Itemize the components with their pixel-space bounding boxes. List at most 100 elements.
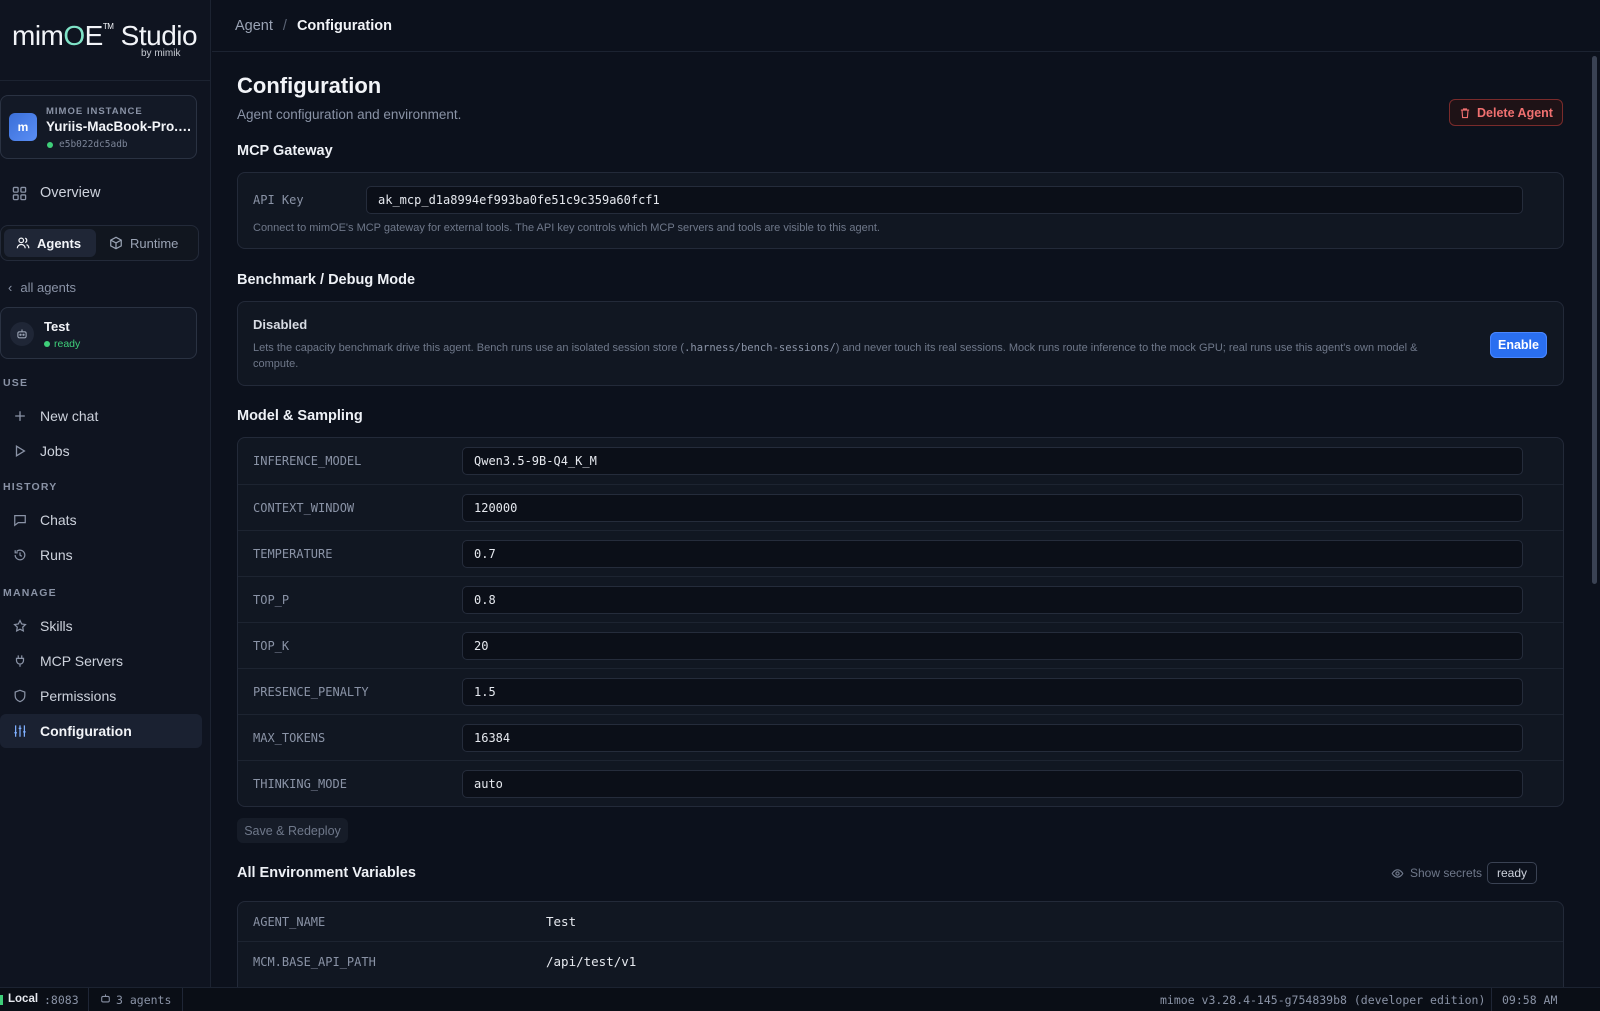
nav-new-chat[interactable]: New chat — [0, 399, 202, 433]
sidebar: mimOETM Studio by mimik m MIMOE INSTANCE… — [0, 0, 211, 987]
local-indicator — [0, 995, 4, 1005]
config-key: TOP_K — [253, 639, 290, 653]
trash-icon — [1459, 107, 1471, 119]
config-key: PRESENCE_PENALTY — [253, 685, 369, 699]
brand-name-rest: Studio — [113, 20, 198, 51]
nav-permissions[interactable]: Permissions — [0, 679, 202, 713]
config-row: PRESENCE_PENALTY 1.5 — [238, 668, 1563, 714]
benchmark-hint-a: Lets the capacity benchmark drive this a… — [253, 342, 685, 354]
breadcrumb: Agent / Configuration — [212, 0, 1600, 52]
env-status-badge: ready — [1487, 862, 1537, 884]
config-row: MAX_TOKENS 16384 — [238, 714, 1563, 760]
brand-logo: mimOETM Studio by mimik — [0, 0, 210, 81]
table-row: MCM.BASE_API_PATH /api/test/v1 — [238, 941, 1563, 980]
nav-chats[interactable]: Chats — [0, 503, 202, 537]
instance-card[interactable]: m MIMOE INSTANCE Yuriis-MacBook-Pro.loca… — [0, 95, 197, 159]
status-bar: Local :8083 3 agents mimoe v3.28.4-145-g… — [0, 987, 1600, 1011]
config-key: CONTEXT_WINDOW — [253, 501, 355, 515]
env-value: Test — [546, 914, 577, 929]
instance-kicker: MIMOE INSTANCE — [46, 106, 143, 117]
api-key-field[interactable]: ak_mcp_d1a8994ef993ba0fe51c9c359a60fcf1 — [366, 186, 1523, 214]
star-icon — [12, 619, 27, 634]
config-row: INFERENCE_MODEL Qwen3.5-9B-Q4_K_M — [238, 438, 1563, 484]
config-value-field[interactable]: Qwen3.5-9B-Q4_K_M — [462, 447, 1523, 475]
section-use-title: USE — [3, 377, 29, 389]
table-row: AGENT_NAME Test — [238, 902, 1563, 941]
brand-name-e: E — [84, 20, 104, 51]
status-divider — [1491, 988, 1492, 1011]
instance-online-dot — [47, 142, 53, 148]
nav-mcp-servers[interactable]: MCP Servers — [0, 644, 202, 678]
agent-status: ready — [54, 338, 81, 350]
delete-agent-button[interactable]: Delete Agent — [1449, 99, 1563, 126]
plug-icon — [12, 654, 27, 669]
benchmark-hint: Lets the capacity benchmark drive this a… — [253, 340, 1448, 372]
main-scrollbar[interactable] — [1592, 56, 1597, 584]
status-port: :8083 — [44, 993, 79, 1007]
section-manage-title: MANAGE — [3, 587, 57, 599]
env-key: AGENT_NAME — [253, 915, 326, 929]
config-row: CONTEXT_WINDOW 120000 — [238, 484, 1563, 530]
model-sampling-title: Model & Sampling — [237, 408, 363, 424]
delete-agent-label: Delete Agent — [1477, 105, 1553, 120]
play-icon — [12, 444, 27, 459]
bot-icon — [100, 993, 111, 1007]
env-vars-table: AGENT_NAME Test MCM.BASE_API_PATH /api/t… — [237, 901, 1564, 987]
nav-mcp-servers-label: MCP Servers — [40, 653, 123, 669]
api-key-label: API Key — [253, 193, 304, 207]
tab-agents[interactable]: Agents — [4, 229, 96, 257]
agent-card[interactable]: Test ready — [0, 307, 197, 359]
config-value-field[interactable]: 120000 — [462, 494, 1523, 522]
main-content: Configuration Agent configuration and en… — [212, 53, 1588, 987]
show-secrets-toggle[interactable]: Show secrets — [1391, 866, 1482, 880]
nav-skills[interactable]: Skills — [0, 609, 202, 643]
env-vars-title: All Environment Variables — [237, 865, 416, 881]
grid-icon — [12, 186, 27, 201]
nav-configuration[interactable]: Configuration — [0, 714, 202, 748]
tab-runtime[interactable]: Runtime — [109, 229, 195, 257]
benchmark-state: Disabled — [253, 317, 308, 332]
eye-icon — [1391, 867, 1404, 880]
instance-badge: m — [9, 113, 37, 141]
tab-agents-label: Agents — [37, 235, 82, 251]
sliders-icon — [12, 724, 27, 739]
page-title: Configuration — [237, 73, 382, 98]
page-subtitle: Agent configuration and environment. — [237, 107, 462, 122]
nav-runs[interactable]: Runs — [0, 538, 202, 572]
nav-overview[interactable]: Overview — [0, 176, 202, 210]
nav-permissions-label: Permissions — [40, 688, 117, 704]
config-value-field[interactable]: 0.7 — [462, 540, 1523, 568]
status-mode: Local — [8, 993, 39, 1005]
breadcrumb-agent[interactable]: Agent — [235, 18, 273, 34]
status-agents: 3 agents — [116, 993, 172, 1007]
enable-benchmark-button[interactable]: Enable — [1490, 332, 1547, 358]
nav-jobs[interactable]: Jobs — [0, 434, 202, 468]
agents-runtime-toggle: Agents Runtime — [0, 225, 199, 261]
chevron-left-icon: ‹ — [8, 280, 13, 295]
benchmark-panel: Disabled Lets the capacity benchmark dri… — [237, 301, 1564, 386]
nav-new-chat-label: New chat — [40, 408, 99, 424]
save-redeploy-button[interactable]: Save & Redeploy — [237, 818, 348, 843]
config-row: THINKING_MODE auto — [238, 760, 1563, 806]
brand-tm: TM — [102, 22, 114, 31]
instance-id: e5b022dc5adb — [59, 139, 128, 150]
config-key: THINKING_MODE — [253, 777, 347, 791]
config-value-field[interactable]: 16384 — [462, 724, 1523, 752]
history-icon — [12, 548, 27, 563]
back-all-agents[interactable]: ‹ all agents — [8, 280, 76, 295]
config-row: TEMPERATURE 0.7 — [238, 530, 1563, 576]
status-version: mimoe v3.28.4-145-g754839b8 (developer e… — [1160, 993, 1486, 1007]
users-icon — [16, 236, 30, 250]
env-value: /api/test/v1 — [546, 954, 637, 969]
brand-name-o: O — [63, 20, 85, 51]
config-value-field[interactable]: 1.5 — [462, 678, 1523, 706]
agent-name: Test — [44, 319, 70, 334]
status-time: 09:58 AM — [1502, 993, 1558, 1007]
config-key: MAX_TOKENS — [253, 731, 326, 745]
status-divider — [182, 988, 183, 1011]
config-value-field[interactable]: 0.8 — [462, 586, 1523, 614]
nav-skills-label: Skills — [40, 618, 73, 634]
config-value-field[interactable]: auto — [462, 770, 1523, 798]
config-row: TOP_K 20 — [238, 622, 1563, 668]
config-value-field[interactable]: 20 — [462, 632, 1523, 660]
